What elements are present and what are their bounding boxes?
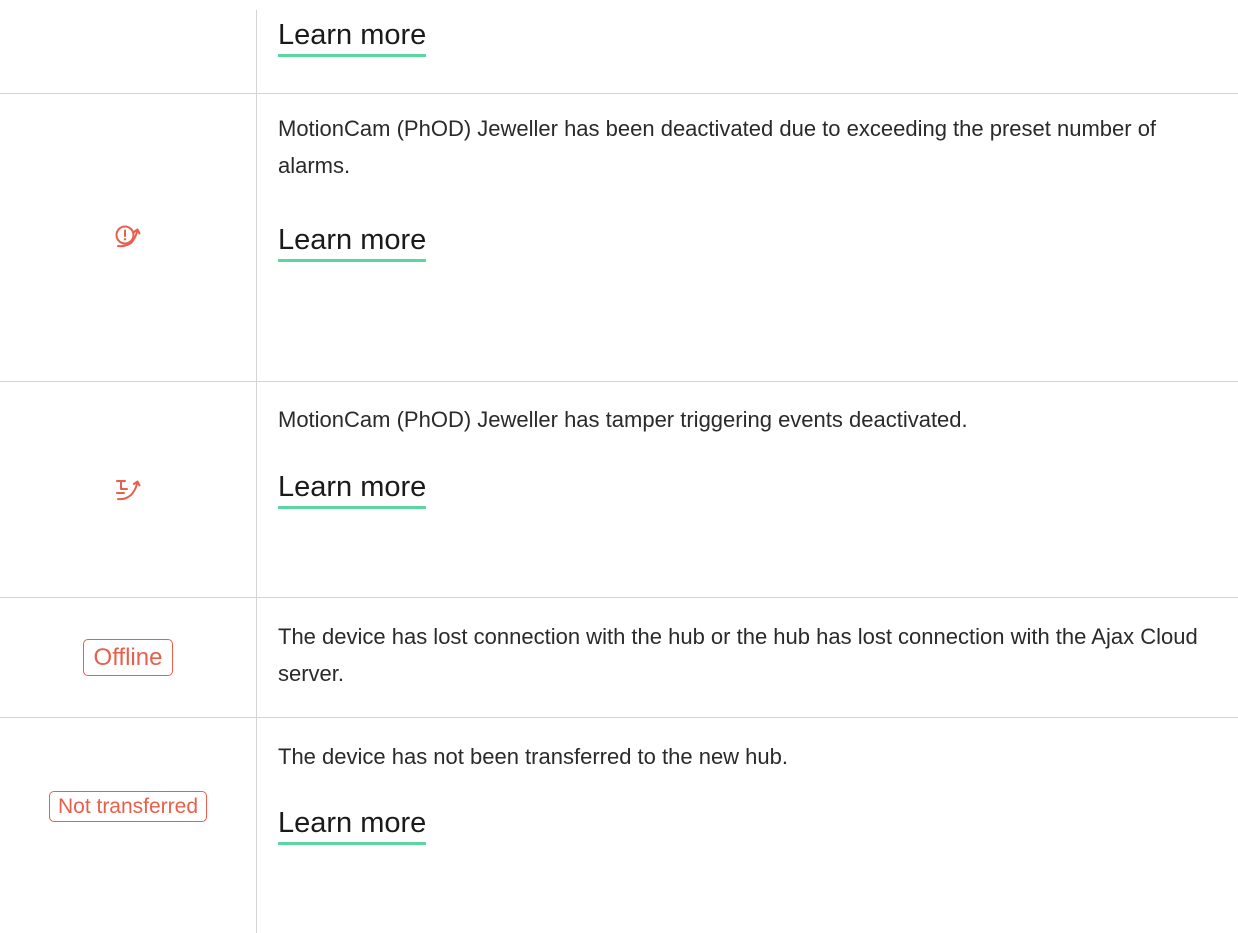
- learn-more-link[interactable]: Learn more: [278, 223, 427, 262]
- learn-more-link[interactable]: Learn more: [278, 18, 427, 57]
- table-row: Not transferred The device has not been …: [0, 718, 1238, 933]
- row-description: The device has lost connection with the …: [278, 624, 1198, 686]
- table-row: MotionCam (PhOD) Jeweller has been deact…: [0, 94, 1238, 381]
- alarm-limit-deactivated-icon: [113, 223, 143, 253]
- status-icon-cell: [0, 94, 256, 381]
- table-row: Learn more: [0, 0, 1238, 93]
- row-description: The device has not been transferred to t…: [278, 744, 788, 769]
- learn-more-link[interactable]: Learn more: [278, 806, 427, 845]
- status-badge-cell: Offline: [0, 598, 256, 717]
- status-badge-cell: Not transferred: [0, 718, 256, 895]
- table-row: MotionCam (PhOD) Jeweller has tamper tri…: [0, 382, 1238, 597]
- row-description: MotionCam (PhOD) Jeweller has tamper tri…: [278, 407, 968, 432]
- status-badge: Not transferred: [48, 791, 208, 822]
- status-table: Learn more MotionCam (PhOD) Jeweller has…: [0, 0, 1238, 933]
- learn-more-link[interactable]: Learn more: [278, 470, 427, 509]
- table-row: Offline The device has lost connection w…: [0, 598, 1238, 717]
- status-badge: Offline: [82, 639, 174, 676]
- row-description: MotionCam (PhOD) Jeweller has been deact…: [278, 116, 1157, 178]
- status-icon-cell: [0, 382, 256, 597]
- tamper-deactivated-icon: [113, 475, 143, 505]
